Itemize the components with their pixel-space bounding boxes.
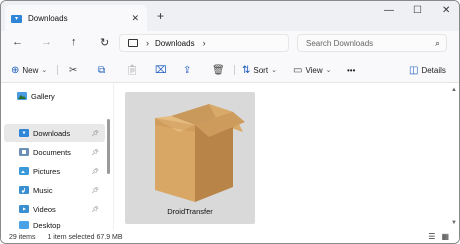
sidebar-item-label: Pictures (33, 166, 61, 176)
forward-button[interactable]: → (41, 36, 52, 48)
pin-icon: 📌︎ (91, 149, 99, 156)
search-icon[interactable]: ⌕ (435, 38, 440, 49)
sort-button[interactable]: ⇅ Sort ⌄ (242, 62, 277, 78)
sidebar-item-pictures[interactable]: Pictures 📌︎ (4, 162, 105, 180)
music-folder-icon (19, 186, 29, 194)
sort-icon: ⇅ (242, 64, 251, 76)
details-view-icon[interactable]: ☰ (428, 232, 435, 241)
status-bar: 29 items 1 item selected 67.9 MB (1, 230, 459, 243)
sidebar-item-videos[interactable]: Videos 📌︎ (4, 200, 105, 218)
chevron-down-icon: ⌄ (271, 67, 277, 74)
file-thumbnail-box-icon (155, 104, 245, 202)
downloads-folder-icon (19, 129, 29, 137)
new-label: New (22, 65, 39, 75)
copy-button[interactable]: ⧉ (98, 62, 108, 78)
search-placeholder: Search Downloads (306, 38, 374, 48)
share-button[interactable]: ⇪ (183, 62, 194, 78)
scissors-icon: ✂ (69, 64, 78, 76)
sidebar-item-gallery[interactable]: Gallery (17, 87, 107, 105)
breadcrumb-chevron-icon[interactable]: › (146, 38, 149, 48)
refresh-button[interactable]: ↻ (100, 36, 109, 49)
this-pc-icon (128, 39, 138, 47)
search-box[interactable]: Search Downloads ⌕ (297, 34, 447, 52)
new-button[interactable]: ⊕ New ⌄ (11, 62, 47, 78)
clipboard-icon: 📋︎ (126, 64, 139, 76)
new-tab-button[interactable]: + (157, 9, 164, 23)
more-options-button[interactable]: ••• (347, 62, 355, 78)
close-window-button[interactable]: ✕ (442, 5, 450, 16)
selection-info: 1 item selected 67.9 MB (47, 234, 123, 241)
breadcrumb-chevron-icon[interactable]: › (203, 38, 206, 48)
title-bar: Downloads ✕ + — ☐ ✕ (1, 1, 459, 31)
scroll-down-arrow-icon[interactable]: ▼ (451, 220, 457, 226)
sidebar-item-label: Videos (33, 204, 56, 214)
sidebar-item-desktop[interactable]: Desktop (4, 219, 105, 230)
pictures-folder-icon (19, 167, 29, 175)
sidebar-item-label: Downloads (33, 128, 71, 138)
videos-folder-icon (19, 205, 29, 213)
breadcrumb-downloads[interactable]: Downloads (155, 39, 195, 48)
toolbar-divider (234, 65, 235, 75)
sidebar-item-documents[interactable]: Documents 📌︎ (4, 143, 105, 161)
tiles-view-icon[interactable]: ▦ (441, 232, 449, 241)
toolbar-divider (57, 65, 58, 75)
chevron-down-icon: ⌄ (41, 67, 48, 74)
more-icon: ••• (347, 65, 356, 75)
paste-button[interactable]: 📋︎ (126, 62, 142, 78)
file-item[interactable]: DroidTransfer (125, 92, 255, 224)
tab-downloads[interactable]: Downloads ✕ (5, 5, 147, 31)
view-toggle-group: ☰ ▦ (428, 232, 449, 241)
plus-circle-icon: ⊕ (11, 64, 20, 76)
pin-icon: 📌︎ (91, 130, 99, 137)
navigation-pane: Gallery Downloads 📌︎ Documents 📌︎ Pictur… (1, 84, 113, 230)
view-icon: ▭ (293, 64, 303, 76)
command-bar: ⊕ New ⌄ ✂ ⧉ 📋︎ ⌧ ⇪ 🗑︎ ⇅ Sort ⌄ ▭ View ⌄ … (1, 57, 459, 83)
pin-icon: 📌︎ (91, 168, 99, 175)
rename-button[interactable]: ⌧ (155, 62, 170, 78)
navigation-scrollbar[interactable] (107, 119, 110, 174)
minimize-button[interactable]: — (384, 5, 394, 16)
details-label: Details (421, 65, 446, 75)
item-count: 29 items (9, 234, 36, 241)
gallery-icon (17, 92, 27, 100)
explorer-window: Downloads ✕ + — ☐ ✕ ← → ↑ ↻ › Downloads … (0, 0, 460, 244)
tab-close-button[interactable]: ✕ (131, 13, 139, 24)
view-button[interactable]: ▭ View ⌄ (293, 62, 332, 78)
copy-icon: ⧉ (98, 64, 106, 76)
sidebar-item-label: Desktop (33, 221, 61, 230)
up-button[interactable]: ↑ (71, 36, 77, 48)
sidebar-item-label: Documents (33, 147, 71, 157)
sidebar-item-downloads[interactable]: Downloads 📌︎ (4, 124, 105, 142)
tab-title: Downloads (28, 13, 68, 23)
address-row: ← → ↑ ↻ › Downloads › Search Downloads ⌕ (1, 31, 459, 57)
rename-icon: ⌧ (155, 64, 167, 76)
sort-label: Sort (253, 65, 269, 75)
details-pane-icon: ◫ (409, 64, 419, 76)
scroll-up-arrow-icon[interactable]: ▲ (451, 87, 457, 93)
trash-icon: 🗑︎ (212, 64, 225, 76)
sidebar-item-label: Gallery (31, 91, 55, 101)
documents-folder-icon (19, 148, 29, 156)
sidebar-item-music[interactable]: Music 📌︎ (4, 181, 105, 199)
file-name: DroidTransfer (167, 207, 213, 216)
delete-button[interactable]: 🗑︎ (212, 62, 228, 78)
back-button[interactable]: ← (12, 36, 23, 48)
details-button[interactable]: ◫ Details (409, 62, 446, 78)
file-list: DroidTransfer (114, 84, 459, 230)
desktop-folder-icon (19, 221, 29, 229)
sidebar-item-label: Music (33, 185, 53, 195)
maximize-button[interactable]: ☐ (413, 5, 422, 16)
pin-icon: 📌︎ (91, 206, 99, 213)
cut-button[interactable]: ✂ (69, 62, 80, 78)
address-bar[interactable]: › Downloads › (119, 34, 289, 52)
chevron-down-icon: ⌄ (325, 67, 332, 74)
pin-icon: 📌︎ (91, 187, 99, 194)
view-label: View (305, 65, 323, 75)
downloads-folder-icon (11, 14, 22, 23)
share-icon: ⇪ (183, 64, 192, 76)
